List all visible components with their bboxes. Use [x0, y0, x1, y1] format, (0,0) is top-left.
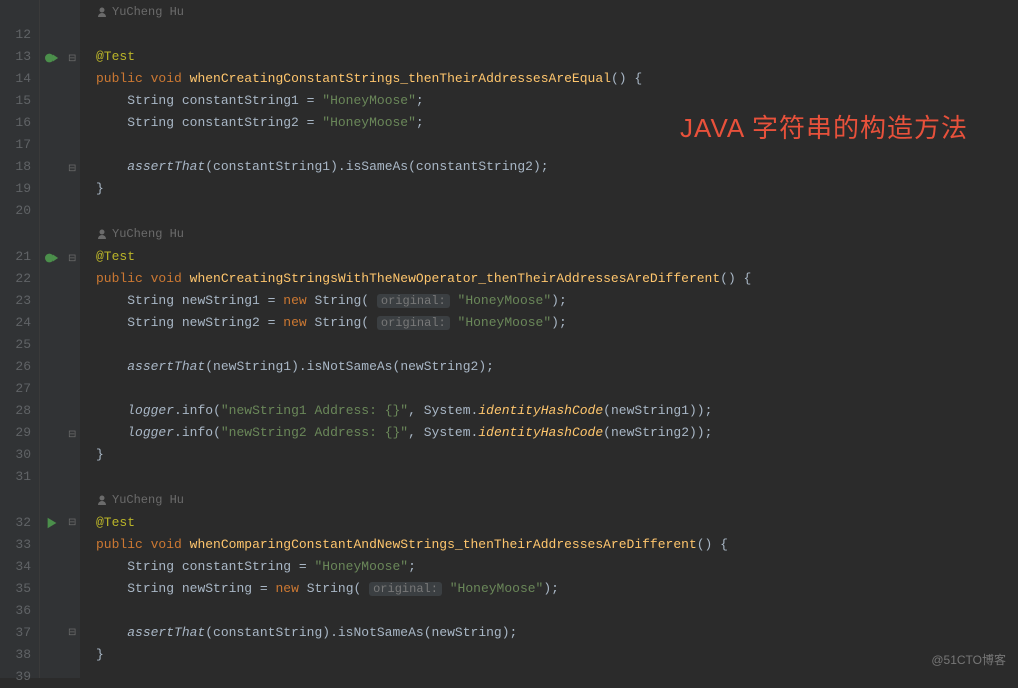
gutter-icon-column [40, 0, 66, 678]
author-annotation: YuCheng Hu [96, 0, 1018, 24]
param-hint: original: [369, 582, 442, 596]
test-annotation: @Test [96, 49, 135, 64]
run-test-icon[interactable] [45, 251, 59, 265]
line-number: 37 [0, 622, 31, 644]
author-name: YuCheng Hu [112, 222, 184, 246]
param-hint: original: [377, 294, 450, 308]
watermark: @51CTO博客 [931, 651, 1006, 668]
method-name: whenComparingConstantAndNewStrings_thenT… [190, 537, 697, 552]
fold-open-icon[interactable]: ⊟ [68, 517, 78, 527]
line-number: 27 [0, 378, 31, 400]
line-number: 30 [0, 444, 31, 466]
author-name: YuCheng Hu [112, 488, 184, 512]
line-number: 29 [0, 422, 31, 444]
line-number: 33 [0, 534, 31, 556]
fold-open-icon[interactable]: ⊟ [68, 53, 78, 63]
line-number: 34 [0, 556, 31, 578]
line-number: 19 [0, 178, 31, 200]
line-number: 36 [0, 600, 31, 622]
test-annotation: @Test [96, 515, 135, 530]
fold-close-icon[interactable]: ⊟ [68, 163, 78, 173]
line-number: 23 [0, 290, 31, 312]
line-number: 18 [0, 156, 31, 178]
line-number: 12 [0, 24, 31, 46]
line-number: 25 [0, 334, 31, 356]
line-number-gutter: 12 13 14 15 16 17 18 19 20 21 22 23 24 2… [0, 0, 40, 678]
line-number: 13 [0, 46, 31, 68]
run-test-icon[interactable] [45, 51, 59, 65]
fold-close-icon[interactable]: ⊟ [68, 627, 78, 637]
line-number: 21 [0, 246, 31, 268]
line-number: 22 [0, 268, 31, 290]
author-annotation: YuCheng Hu [96, 222, 1018, 246]
line-number: 16 [0, 112, 31, 134]
line-number: 24 [0, 312, 31, 334]
line-number: 32 [0, 512, 31, 534]
person-icon [96, 228, 108, 240]
code-editor[interactable]: 12 13 14 15 16 17 18 19 20 21 22 23 24 2… [0, 0, 1018, 678]
line-number: 15 [0, 90, 31, 112]
test-annotation: @Test [96, 249, 135, 264]
fold-close-icon[interactable]: ⊟ [68, 429, 78, 439]
line-number: 17 [0, 134, 31, 156]
person-icon [96, 494, 108, 506]
line-number: 26 [0, 356, 31, 378]
param-hint: original: [377, 316, 450, 330]
fold-open-icon[interactable]: ⊟ [68, 253, 78, 263]
line-number: 38 [0, 644, 31, 666]
author-annotation: YuCheng Hu [96, 488, 1018, 512]
line-number: 39 [0, 666, 31, 688]
line-number: 14 [0, 68, 31, 90]
line-number: 31 [0, 466, 31, 488]
run-test-icon[interactable] [45, 516, 59, 530]
line-number: 28 [0, 400, 31, 422]
fold-column: ⊟ ⊟ ⊟ ⊟ ⊟ ⊟ [66, 0, 80, 678]
line-number: 20 [0, 200, 31, 222]
overlay-title: JAVA 字符串的构造方法 [680, 108, 968, 145]
line-number: 35 [0, 578, 31, 600]
author-name: YuCheng Hu [112, 0, 184, 24]
code-content[interactable]: YuCheng Hu @Test public void whenCreatin… [80, 0, 1018, 678]
method-name: whenCreatingConstantStrings_thenTheirAdd… [190, 71, 611, 86]
person-icon [96, 6, 108, 18]
method-name: whenCreatingStringsWithTheNewOperator_th… [190, 271, 721, 286]
